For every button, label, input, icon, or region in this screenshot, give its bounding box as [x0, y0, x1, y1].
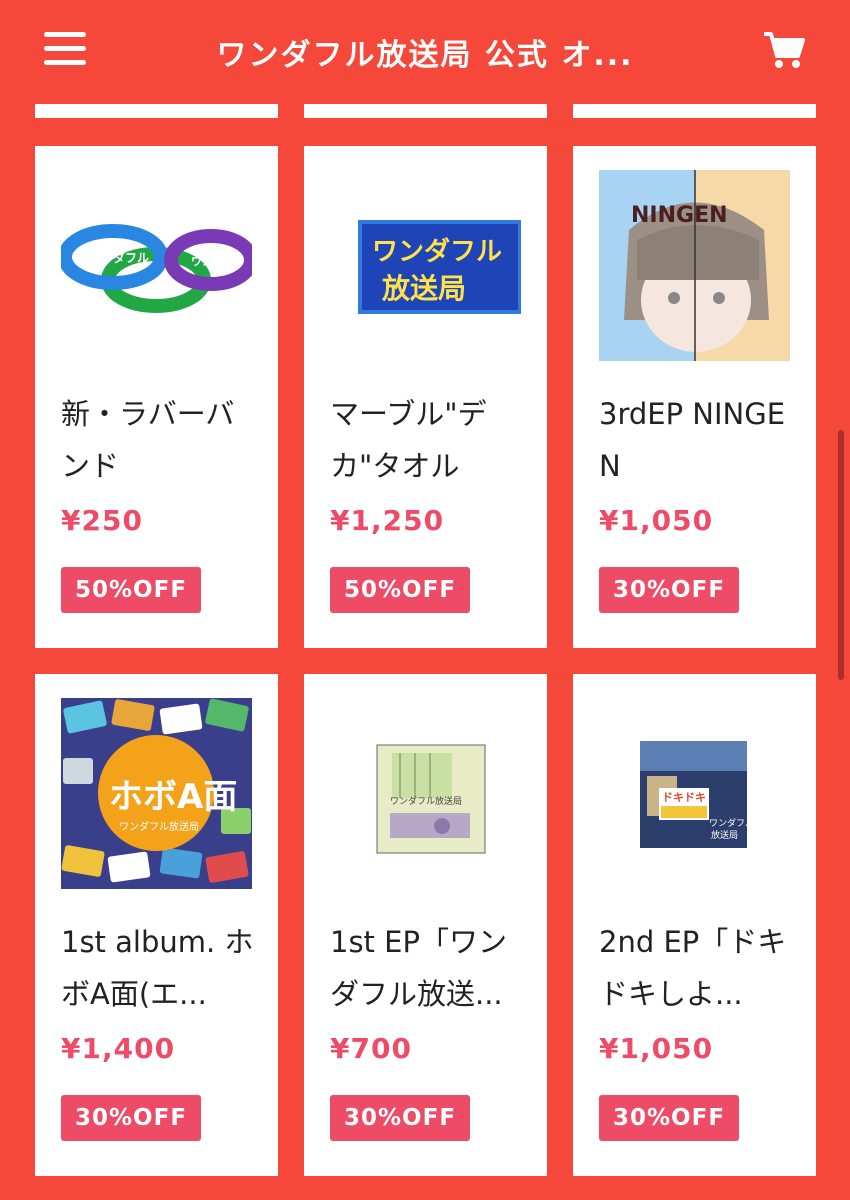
discount-badge: 30%OFF	[599, 1095, 740, 1141]
product-price: ¥700	[330, 1032, 412, 1065]
product-image-rubber-band[interactable]: ワンダフル ワンダ	[61, 170, 252, 361]
card-bottom-strip	[304, 104, 547, 118]
hamburger-menu-icon[interactable]	[44, 32, 86, 66]
discount-badge: 50%OFF	[330, 567, 471, 613]
product-image-ningen[interactable]: NINGEN	[599, 170, 790, 361]
product-price: ¥1,050	[599, 1032, 714, 1065]
card-bottom-strip	[35, 104, 278, 118]
product-card[interactable]: ワンダフル ワンダ 新・ラバーバンド ¥250 50%OFF	[35, 146, 278, 648]
svg-text:ワンダフル: ワンダフル	[709, 817, 754, 829]
svg-text:放送局: 放送局	[381, 272, 466, 305]
product-name[interactable]: 2nd EP「ドキドキしよ...	[599, 916, 799, 1020]
svg-text:ワンダフル放送局: ワンダフル放送局	[119, 820, 199, 833]
product-card[interactable]: NINGEN 3rdEP NINGEN ¥1,050 30%OFF	[573, 146, 816, 648]
svg-text:放送局: 放送局	[711, 829, 738, 841]
svg-text:ワンダフル放送局: ワンダフル放送局	[390, 795, 462, 807]
svg-text:ドキドキ: ドキドキ	[662, 791, 706, 804]
product-image-towel[interactable]: ワンダフル 放送局	[330, 170, 521, 361]
svg-text:ワンダフル: ワンダフル	[89, 250, 149, 265]
product-name[interactable]: マーブル"デカ"タオル	[330, 388, 530, 492]
product-name[interactable]: 新・ラバーバンド	[61, 388, 261, 492]
svg-text:ホボA面: ホボA面	[109, 777, 237, 817]
product-card[interactable]: ドキドキ ワンダフル 放送局 2nd EP「ドキドキしよ... ¥1,050 3…	[573, 674, 816, 1176]
product-card[interactable]: ワンダフル放送局 1st EP「ワンダフル放送... ¥700 30%OFF	[304, 674, 547, 1176]
discount-badge: 50%OFF	[61, 567, 202, 613]
discount-badge: 30%OFF	[599, 567, 740, 613]
product-name[interactable]: 3rdEP NINGEN	[599, 388, 799, 492]
product-image-1st-ep[interactable]: ワンダフル放送局	[330, 698, 521, 889]
svg-text:ワンダフル: ワンダフル	[372, 236, 502, 267]
product-price: ¥1,400	[61, 1032, 176, 1065]
product-price: ¥1,050	[599, 504, 714, 537]
product-price: ¥1,250	[330, 504, 445, 537]
app-header: ワンダフル放送局 公式 オ...	[0, 0, 850, 104]
scrollbar[interactable]	[838, 430, 844, 680]
svg-text:NINGEN: NINGEN	[631, 203, 728, 228]
svg-text:ワンダ: ワンダ	[191, 254, 224, 268]
discount-badge: 30%OFF	[61, 1095, 202, 1141]
product-image-2nd-ep[interactable]: ドキドキ ワンダフル 放送局	[599, 698, 790, 889]
product-card[interactable]: ホボA面 ワンダフル放送局 1st album. ホボA面(エ... ¥1,40…	[35, 674, 278, 1176]
product-name[interactable]: 1st EP「ワンダフル放送...	[330, 916, 530, 1020]
product-card[interactable]: ワンダフル 放送局 マーブル"デカ"タオル ¥1,250 50%OFF	[304, 146, 547, 648]
product-name[interactable]: 1st album. ホボA面(エ...	[61, 916, 261, 1020]
shopping-cart-icon[interactable]	[762, 30, 806, 70]
product-price: ¥250	[61, 504, 143, 537]
card-bottom-strip	[573, 104, 816, 118]
page-title: ワンダフル放送局 公式 オ...	[216, 38, 634, 73]
discount-badge: 30%OFF	[330, 1095, 471, 1141]
product-image-album[interactable]: ホボA面 ワンダフル放送局	[61, 698, 252, 889]
